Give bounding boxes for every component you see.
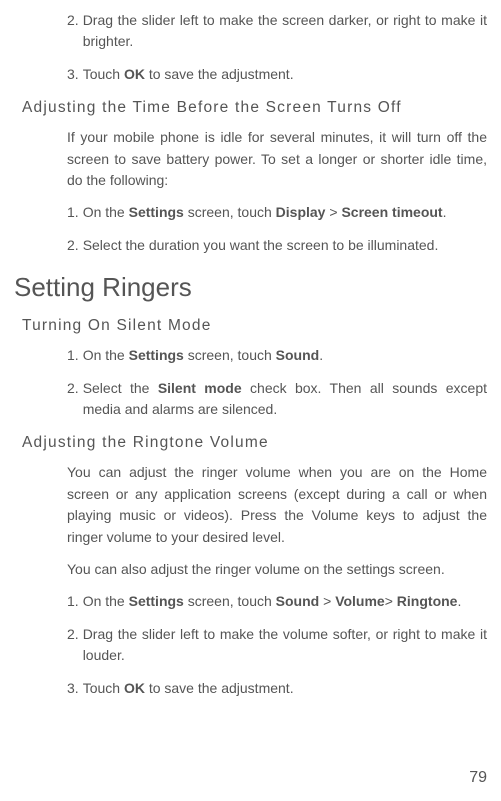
list-item: 2. Select the duration you want the scre… (14, 235, 487, 256)
list-number: 2. (14, 624, 83, 666)
list-number: 3. (14, 64, 83, 85)
subheading-ringtone-volume: Adjusting the Ringtone Volume (14, 434, 487, 452)
list-item: 3. Touch OK to save the adjustment. (14, 678, 487, 699)
list-item: 2. Select the Silent mode check box. The… (14, 378, 487, 420)
list-item: 3. Touch OK to save the adjustment. (14, 64, 487, 85)
paragraph: If your mobile phone is idle for several… (14, 127, 487, 192)
list-item: 1. On the Settings screen, touch Sound >… (14, 591, 487, 612)
list-text: Touch OK to save the adjustment. (83, 64, 487, 85)
list-item: 1. On the Settings screen, touch Sound. (14, 345, 487, 366)
page-number: 79 (469, 769, 487, 787)
list-item: 1. On the Settings screen, touch Display… (14, 202, 487, 223)
heading-setting-ringers: Setting Ringers (14, 272, 487, 303)
list-item: 2. Drag the slider left to make the volu… (14, 624, 487, 666)
list-text: On the Settings screen, touch Sound > Vo… (83, 591, 487, 612)
list-text: Select the duration you want the screen … (83, 235, 487, 256)
paragraph: You can adjust the ringer volume when yo… (14, 462, 487, 549)
list-item: 2. Drag the slider left to make the scre… (14, 10, 487, 52)
subheading-silent-mode: Turning On Silent Mode (14, 317, 487, 335)
subheading-screen-timeout: Adjusting the Time Before the Screen Tur… (14, 99, 487, 117)
list-text: On the Settings screen, touch Display > … (83, 202, 487, 223)
list-text: Select the Silent mode check box. Then a… (83, 378, 487, 420)
list-number: 1. (14, 591, 83, 612)
list-text: Drag the slider left to make the screen … (83, 10, 487, 52)
list-text: On the Settings screen, touch Sound. (83, 345, 487, 366)
paragraph: You can also adjust the ringer volume on… (14, 559, 487, 581)
list-number: 1. (14, 345, 83, 366)
list-number: 3. (14, 678, 83, 699)
list-text: Drag the slider left to make the volume … (83, 624, 487, 666)
list-number: 1. (14, 202, 83, 223)
list-number: 2. (14, 235, 83, 256)
list-text: Touch OK to save the adjustment. (83, 678, 487, 699)
list-number: 2. (14, 10, 83, 52)
list-number: 2. (14, 378, 83, 420)
